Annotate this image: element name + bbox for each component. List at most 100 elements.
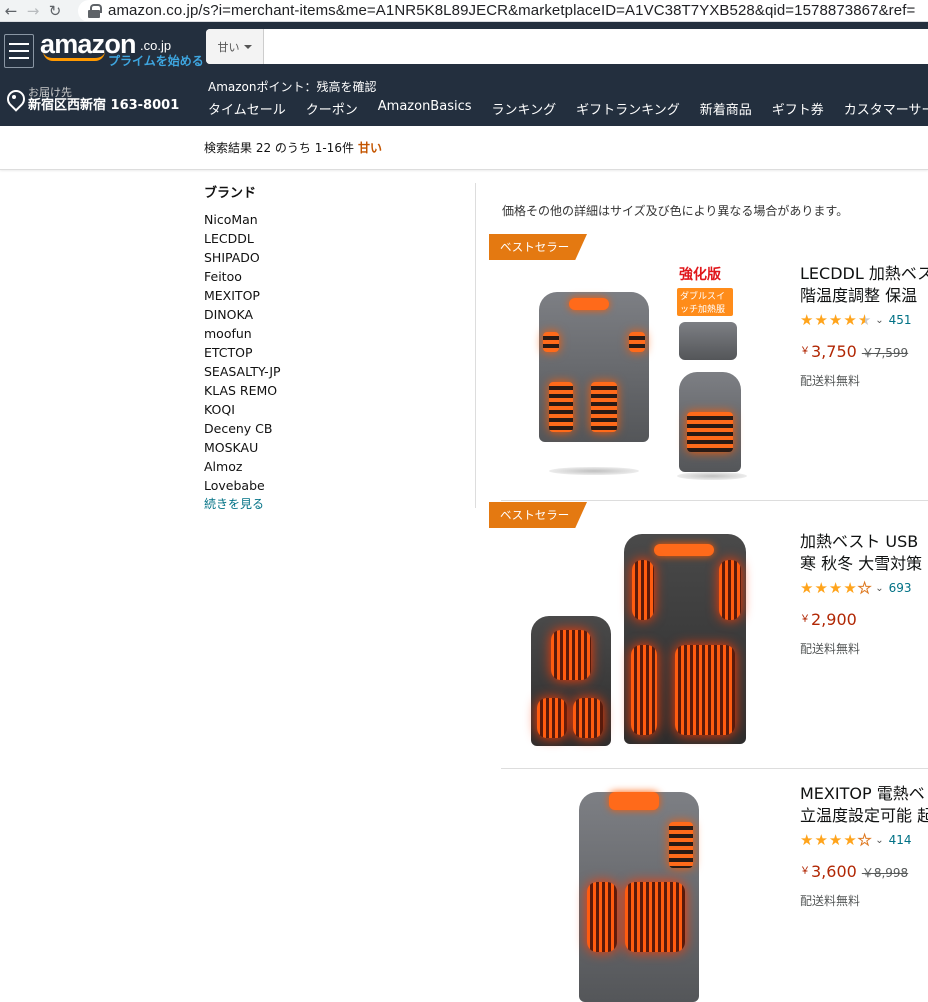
star-icon: ★ [843, 311, 857, 329]
brand-filter-item[interactable]: Deceny CB [204, 419, 464, 438]
star-rating[interactable]: ★ ★ ★ ★ ★ ⌄ 414 [800, 831, 912, 849]
brand-filter-item[interactable]: Feitoo [204, 267, 464, 286]
lock-icon [88, 3, 102, 18]
browser-toolbar: ← → ↻ amazon.co.jp/s?i=merchant-items&me… [0, 0, 928, 22]
product-title[interactable]: MEXITOP 電熱ベ 立温度設定可能 起 [800, 783, 928, 827]
results-count: 検索結果 22 のうち 1-16件 [204, 141, 354, 155]
brand-filter-item[interactable]: SEASALTY-JP [204, 362, 464, 381]
product-card[interactable]: MEXITOP 電熱ベ 立温度設定可能 起 ★ ★ ★ ★ ★ ⌄ 414 ￥3… [489, 770, 928, 1002]
address-bar[interactable]: amazon.co.jp/s?i=merchant-items&me=A1NR5… [78, 0, 928, 21]
brand-filter-item[interactable]: MEXITOP [204, 286, 464, 305]
shipping-info: 配送料無料 [800, 894, 861, 908]
star-icon: ★ [814, 579, 828, 597]
results-query: 甘い [357, 141, 382, 155]
result-divider [501, 500, 928, 501]
brand-filter-item[interactable]: LECDDL [204, 229, 464, 248]
reload-icon[interactable]: ↻ [44, 0, 66, 21]
result-divider [501, 768, 928, 769]
brand-filter-item[interactable]: Lovebabe [204, 476, 464, 495]
location-pin-icon [6, 90, 22, 110]
nav-link-coupon[interactable]: クーポン [306, 99, 358, 118]
brand-filter-item[interactable]: MOSKAU [204, 438, 464, 457]
search-bar: 甘い [206, 29, 928, 64]
star-icon: ★ [814, 311, 828, 329]
amazon-header: amazon .co.jp プライムを始める 甘い [0, 22, 928, 72]
results-summary-bar: 検索結果 22 のうち 1-16件 甘い [0, 126, 928, 170]
nav-link-ranking[interactable]: ランキング [492, 99, 557, 118]
star-rating[interactable]: ★ ★ ★ ★ ★ ⌄ 451 [800, 312, 912, 328]
shipping-info: 配送料無料 [800, 374, 861, 388]
chevron-down-icon[interactable]: ⌄ [875, 583, 883, 594]
amazon-logo[interactable]: amazon .co.jp プライムを始める [40, 29, 206, 71]
product-title[interactable]: LECDDL 加熱ベス 階温度調整 保温 [800, 263, 928, 307]
product-price: ￥3,750 [800, 342, 857, 361]
product-price: ￥2,900 [800, 610, 857, 629]
star-icon: ★ [800, 831, 814, 849]
logo-smile-icon [43, 51, 105, 61]
caret-down-icon [243, 44, 252, 49]
star-empty-icon: ★ [857, 579, 872, 597]
price-notice: 価格その他の詳細はサイズ及び色により異なる場合があります。 [502, 204, 849, 218]
search-department-select[interactable]: 甘い [206, 29, 264, 64]
review-count-link[interactable]: 451 [889, 313, 912, 327]
star-icon: ★ [843, 831, 857, 849]
star-icon: ★ [828, 831, 843, 849]
brand-filter-item[interactable]: ETCTOP [204, 343, 464, 362]
nav-link-gift-card[interactable]: ギフト券 [772, 99, 824, 118]
star-icon: ★ [828, 579, 843, 597]
main-nav: タイムセール クーポン AmazonBasics ランキング ギフトランキング … [208, 99, 928, 118]
price-row: ￥3,750 ￥7,599 [800, 342, 908, 361]
image-label-double-switch: ダブルスイッチ加熱服 [677, 288, 733, 316]
brand-filter-item[interactable]: SHIPADO [204, 248, 464, 267]
brand-filter: ブランド NicoMan LECDDL SHIPADO Feitoo MEXIT… [204, 182, 464, 513]
price-row: ￥2,900 [800, 610, 857, 629]
product-image[interactable] [529, 782, 759, 1002]
logo-tld: .co.jp [140, 37, 172, 53]
points-balance-link[interactable]: Amazonポイント：残高を確認 [208, 78, 377, 95]
nav-link-timesale[interactable]: タイムセール [208, 99, 286, 118]
star-icon: ★ [800, 311, 814, 329]
chevron-down-icon[interactable]: ⌄ [875, 315, 883, 326]
search-input[interactable] [264, 29, 928, 64]
brand-filter-item[interactable]: DINOKA [204, 305, 464, 324]
product-card[interactable]: ベストセラー 加熱ベスト USB 寒 秋冬 大雪対策 ★ ★ ★ ★ ★ ⌄ 6… [489, 502, 928, 764]
review-count-link[interactable]: 693 [889, 581, 912, 595]
product-card[interactable]: ベストセラー 強化版 ダブルスイッチ加熱服 LECDDL 加熱ベス 階温度調整 … [489, 234, 928, 494]
see-more-brands-link[interactable]: 続きを見る [204, 495, 464, 513]
brand-filter-item[interactable]: Almoz [204, 457, 464, 476]
product-image[interactable] [529, 530, 759, 754]
list-price: ￥7,599 [861, 346, 909, 360]
brand-filter-item[interactable]: moofun [204, 324, 464, 343]
hamburger-menu-icon[interactable] [4, 33, 34, 68]
sidebar-divider [475, 183, 476, 508]
product-title[interactable]: 加熱ベスト USB 寒 秋冬 大雪対策 [800, 531, 928, 575]
star-rating[interactable]: ★ ★ ★ ★ ★ ⌄ 693 [800, 579, 912, 597]
star-half-icon: ★ [857, 311, 872, 329]
image-label-enhanced: 強化版 [679, 267, 721, 283]
url-text[interactable]: amazon.co.jp/s?i=merchant-items&me=A1NR5… [108, 2, 915, 19]
star-icon: ★ [814, 831, 828, 849]
star-empty-icon: ★ [857, 831, 872, 849]
forward-arrow-icon[interactable]: → [22, 0, 44, 21]
nav-link-customer-service[interactable]: カスタマーサービス [844, 99, 928, 118]
delivery-location[interactable]: お届け先 新宿区西新宿 163-8001 [6, 86, 179, 112]
price-row: ￥3,600 ￥8,998 [800, 862, 908, 881]
back-arrow-icon[interactable]: ← [0, 0, 22, 21]
brand-filter-item[interactable]: NicoMan [204, 210, 464, 229]
chevron-down-icon[interactable]: ⌄ [875, 835, 883, 846]
product-price: ￥3,600 [800, 862, 857, 881]
bestseller-badge: ベストセラー [489, 502, 587, 528]
brand-filter-item[interactable]: KLAS REMO [204, 381, 464, 400]
review-count-link[interactable]: 414 [889, 833, 912, 847]
nav-link-new-arrivals[interactable]: 新着商品 [700, 99, 752, 118]
bestseller-badge: ベストセラー [489, 234, 587, 260]
nav-link-amazonbasics[interactable]: AmazonBasics [378, 99, 472, 118]
star-icon: ★ [800, 579, 814, 597]
star-icon: ★ [828, 311, 843, 329]
product-image[interactable]: 強化版 ダブルスイッチ加熱服 [529, 262, 759, 484]
shipping-info: 配送料無料 [800, 642, 861, 656]
delivery-address: 新宿区西新宿 163-8001 [28, 98, 180, 113]
prime-signup-link[interactable]: プライムを始める [108, 52, 204, 69]
brand-filter-item[interactable]: KOQI [204, 400, 464, 419]
nav-link-gift-ranking[interactable]: ギフトランキング [576, 99, 680, 118]
